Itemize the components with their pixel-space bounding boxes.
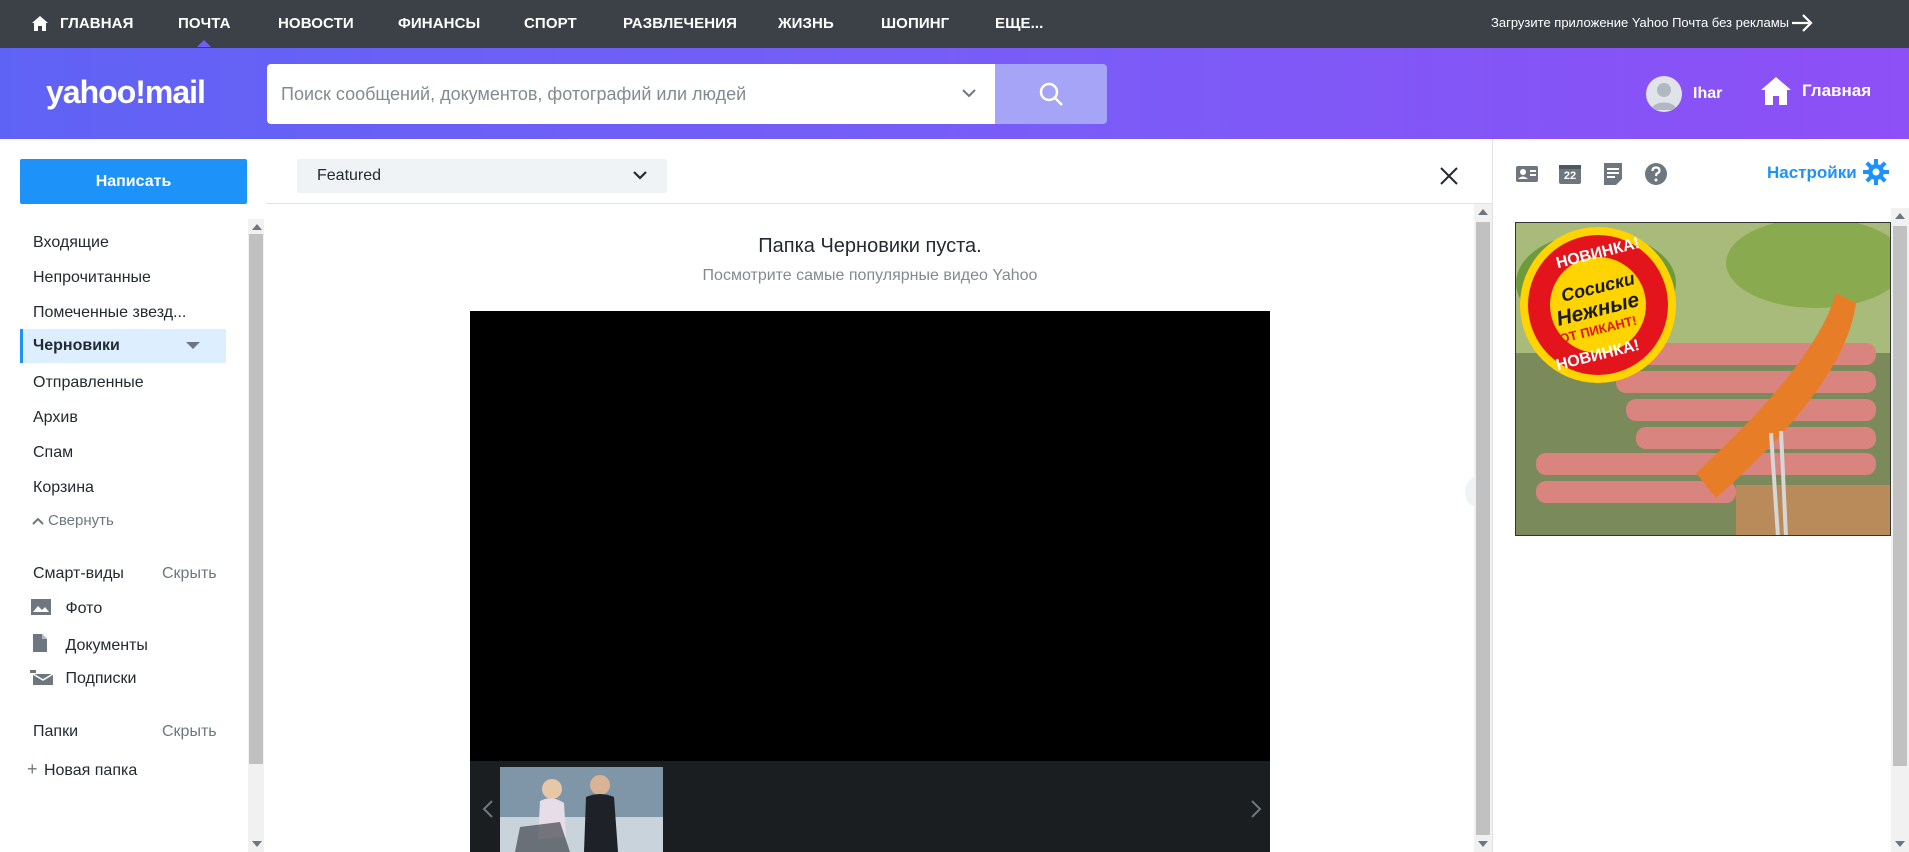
- user-avatar-icon: [1651, 83, 1677, 110]
- nav-item-life[interactable]: ЖИЗНЬ: [778, 15, 834, 32]
- scroll-up-arrow[interactable]: [1895, 213, 1905, 219]
- folder-archive[interactable]: Архив: [33, 409, 78, 427]
- search-input[interactable]: [281, 64, 941, 124]
- nav-item-entertainment[interactable]: РАЗВЛЕЧЕНИЯ: [623, 15, 737, 32]
- smart-view-subscriptions[interactable]: Подписки: [30, 668, 136, 688]
- settings-link[interactable]: Настройки: [1767, 163, 1857, 183]
- empty-folder-title: Папка Черновики пуста.: [758, 235, 982, 257]
- scrollbar-thumb[interactable]: [249, 234, 263, 764]
- featured-dropdown[interactable]: Featured: [297, 159, 667, 193]
- nav-item-news[interactable]: НОВОСТИ: [278, 15, 354, 32]
- smart-view-documents-label: Документы: [65, 637, 148, 654]
- home-link[interactable]: Главная: [1760, 76, 1871, 106]
- collapse-label: Свернуть: [48, 512, 114, 529]
- home-link-label: Главная: [1802, 81, 1872, 100]
- calendar-icon[interactable]: 22: [1558, 162, 1582, 186]
- smart-views-heading: Смарт-виды: [33, 565, 124, 582]
- folder-trash[interactable]: Корзина: [33, 479, 94, 497]
- gear-icon[interactable]: [1863, 159, 1889, 185]
- collapse-link[interactable]: Свернуть: [32, 512, 114, 529]
- nav-item-shopping[interactable]: ШОПИНГ: [881, 15, 949, 32]
- chevron-left-icon[interactable]: [482, 799, 494, 819]
- list-toolbar: Featured: [266, 139, 1492, 204]
- plus-icon: +: [27, 759, 38, 779]
- yahoo-mail-logo[interactable]: yahoo!mail: [46, 74, 206, 111]
- advertisement-banner[interactable]: НОВИНКА! Сосиски Нежные ОТ ПИКАНТ! НОВИН…: [1515, 222, 1891, 536]
- smart-view-documents[interactable]: Документы: [32, 633, 148, 655]
- left-sidebar: Написать Входящие Непрочитанные Помеченн…: [0, 139, 266, 852]
- nav-item-mail[interactable]: ПОЧТА: [178, 15, 231, 47]
- chevron-up-icon: [32, 517, 44, 525]
- video-thumbnail[interactable]: [500, 767, 663, 852]
- scrollbar-thumb[interactable]: [1893, 226, 1907, 766]
- subscriptions-icon: [30, 670, 54, 685]
- compose-button[interactable]: Написать: [20, 159, 247, 204]
- home-icon: [1761, 77, 1791, 105]
- search-icon: [1039, 82, 1063, 106]
- close-icon[interactable]: [1439, 166, 1459, 186]
- chevron-right-icon[interactable]: [1250, 799, 1262, 819]
- notepad-icon[interactable]: [1601, 162, 1625, 186]
- nav-item-more[interactable]: ЕЩЕ...: [995, 15, 1043, 32]
- nav-item-finance[interactable]: ФИНАНСЫ: [398, 15, 480, 32]
- photo-icon: [31, 599, 51, 615]
- video-playlist-strip: [470, 761, 1270, 852]
- figure-skaters-thumbnail: [500, 767, 663, 852]
- scrollbar-thumb[interactable]: [1476, 222, 1490, 835]
- scroll-down-arrow[interactable]: [252, 841, 262, 847]
- nav-item-home[interactable]: ГЛАВНАЯ: [60, 15, 133, 32]
- new-folder-label: Новая папка: [43, 762, 138, 779]
- folders-heading: Папки: [33, 723, 78, 740]
- home-icon[interactable]: [32, 16, 48, 31]
- top-navigation: ГЛАВНАЯ ПОЧТА НОВОСТИ ФИНАНСЫ СПОРТ РАЗВ…: [0, 0, 1909, 48]
- chevron-down-icon[interactable]: [961, 85, 977, 101]
- scroll-up-arrow[interactable]: [1478, 209, 1488, 215]
- avatar: [1646, 76, 1682, 112]
- arrow-right-icon[interactable]: [1790, 13, 1814, 33]
- empty-folder-subtitle: Посмотрите самые популярные видео Yahoo: [702, 267, 1038, 284]
- folder-drafts: Черновики: [33, 337, 120, 354]
- smart-views-hide-link[interactable]: Скрыть: [162, 565, 217, 583]
- document-icon: [33, 634, 47, 652]
- message-list-scrollbar[interactable]: [1474, 204, 1492, 852]
- search-box: [267, 64, 995, 124]
- right-rail-scrollbar[interactable]: [1891, 208, 1909, 852]
- right-rail: 22 Настройки НОВИНКА! Сосиски Нежные ОТ …: [1492, 139, 1909, 852]
- help-icon[interactable]: [1644, 162, 1668, 186]
- user-name: Ihar: [1693, 85, 1723, 102]
- right-rail-toolbar: 22: [1515, 162, 1668, 186]
- chevron-down-icon: [633, 171, 647, 180]
- calendar-day: 22: [1563, 170, 1577, 182]
- contacts-icon[interactable]: [1515, 162, 1539, 186]
- new-folder-link[interactable]: + Новая папка: [27, 759, 137, 780]
- nav-item-sport[interactable]: СПОРТ: [524, 15, 577, 32]
- caret-down-icon[interactable]: [186, 342, 200, 349]
- scroll-down-arrow[interactable]: [1478, 841, 1488, 847]
- video-player[interactable]: [470, 311, 1270, 852]
- folders-hide-link[interactable]: Скрыть: [162, 723, 217, 741]
- folder-starred[interactable]: Помеченные звезд...: [33, 304, 186, 322]
- featured-dropdown-value: Featured: [317, 167, 382, 184]
- smart-view-photos-label: Фото: [65, 600, 103, 617]
- mail-header: yahoo!mail Ihar Главная: [0, 48, 1909, 139]
- app-promo-link[interactable]: Загрузите приложение Yahoo Почта без рек…: [1491, 15, 1789, 30]
- folder-sent[interactable]: Отправленные: [33, 374, 144, 392]
- smart-view-photos[interactable]: Фото: [30, 598, 102, 618]
- scroll-down-arrow[interactable]: [1895, 841, 1905, 847]
- sidebar-scrollbar[interactable]: [248, 219, 264, 852]
- message-list-panel: Featured Папка Черновики пуста. Посмотри…: [266, 139, 1492, 852]
- search-button[interactable]: [995, 64, 1107, 124]
- folder-drafts-selected[interactable]: Черновики: [20, 329, 226, 363]
- smart-view-subscriptions-label: Подписки: [65, 670, 137, 687]
- folder-unread[interactable]: Непрочитанные: [33, 269, 151, 287]
- folder-spam[interactable]: Спам: [33, 444, 73, 462]
- folder-inbox[interactable]: Входящие: [33, 234, 109, 252]
- user-profile[interactable]: Ihar: [1646, 76, 1722, 112]
- scroll-up-arrow[interactable]: [252, 224, 262, 230]
- ad-badge-text: НОВИНКА! Сосиски Нежные ОТ ПИКАНТ! НОВИН…: [1520, 235, 1676, 374]
